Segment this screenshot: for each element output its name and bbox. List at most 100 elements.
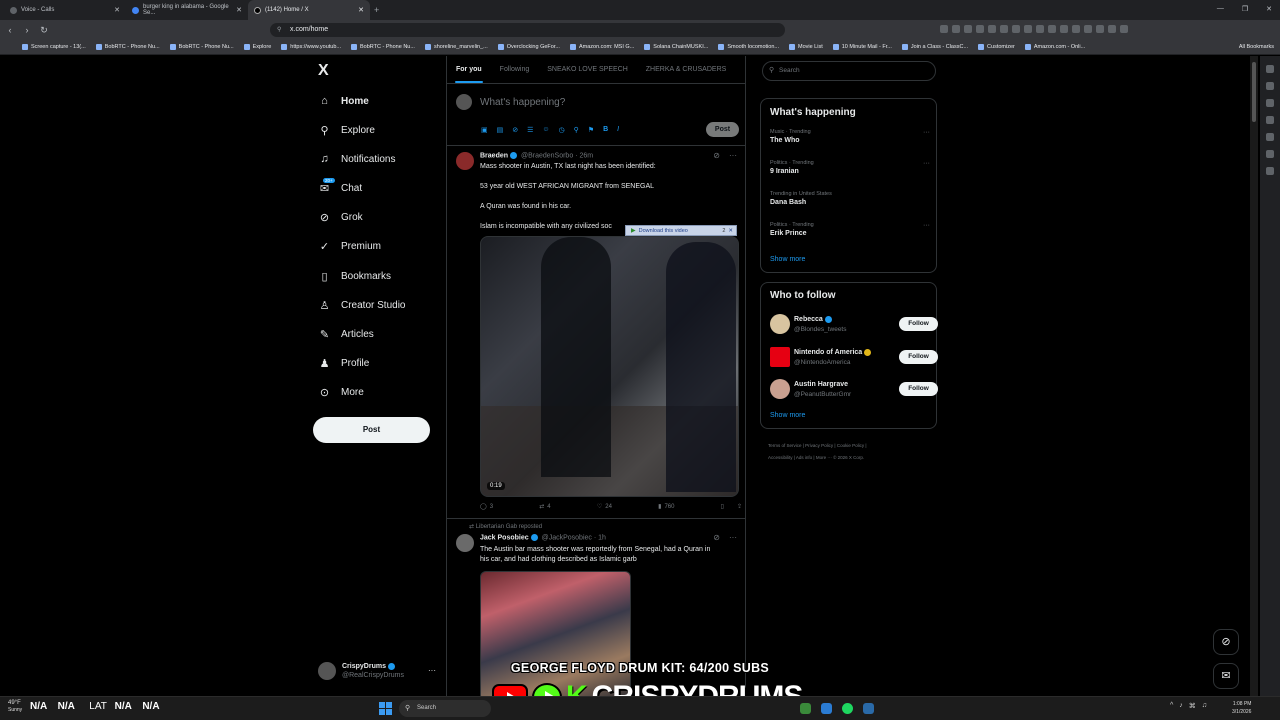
close-icon[interactable]: ✕ (114, 6, 120, 14)
extension-icon[interactable] (964, 25, 972, 33)
like-button[interactable]: ♡ 24 (597, 503, 612, 511)
browser-tab-active[interactable]: (1142) Home / X ✕ (248, 0, 370, 20)
network-icon[interactable]: ⌘ (1189, 702, 1196, 710)
composer-input[interactable]: What's happening? (480, 97, 565, 108)
follow-button[interactable]: Follow (899, 382, 938, 396)
show-more-link[interactable]: Show more (770, 256, 805, 263)
image-icon[interactable]: ▣ (481, 126, 488, 134)
bookmark[interactable]: Solana ChainMUSKI... (644, 44, 708, 50)
nav-more[interactable]: ⊙ More (318, 384, 364, 400)
maximize-icon[interactable]: ❐ (1242, 5, 1248, 13)
sidebar-tool-icon[interactable] (1266, 65, 1274, 73)
browser-tab[interactable]: Voice - Calls ✕ (4, 0, 126, 20)
trend-item[interactable]: Politics · Trending 9 Iranian ··· (770, 160, 930, 175)
bookmark[interactable]: Customizer (978, 44, 1015, 50)
extension-icon[interactable] (1036, 25, 1044, 33)
bookmark[interactable]: Amazon.com - Onli... (1024, 44, 1085, 50)
all-bookmarks-button[interactable]: All Bookmarks (1239, 44, 1274, 50)
more-dots-icon[interactable]: ··· (923, 160, 930, 167)
nav-creator-studio[interactable]: ♙ Creator Studio (318, 297, 406, 313)
bookmark[interactable]: BobRTC - Phone Nu... (169, 44, 234, 50)
windows-start-icon[interactable] (379, 702, 392, 715)
tweet-handle[interactable]: @BraedenSorbo (521, 152, 573, 159)
composer-post-button[interactable]: Post (706, 122, 739, 137)
x-logo-icon[interactable]: X (318, 62, 329, 80)
more-dots-icon[interactable]: ··· (729, 151, 737, 160)
footer-line[interactable]: Accessibility | Ads info | More ··· © 20… (768, 452, 938, 464)
chevron-up-icon[interactable]: ^ (1170, 702, 1173, 710)
extension-icon[interactable] (1108, 25, 1116, 33)
bookmark[interactable]: Overclocking GeFor... (497, 44, 560, 50)
italic-icon[interactable]: I (617, 126, 619, 134)
search-input[interactable]: ⚲ Search (762, 61, 936, 81)
bookmark[interactable]: Movie List (788, 44, 823, 50)
scrollbar[interactable] (1250, 56, 1258, 696)
extension-icon[interactable] (1120, 25, 1128, 33)
sidebar-tool-icon[interactable] (1266, 150, 1274, 158)
new-tab-icon[interactable]: + (374, 5, 379, 15)
sidebar-tool-icon[interactable] (1266, 116, 1274, 124)
clock[interactable]: 1:08 PM 3/1/2026 (1232, 700, 1251, 716)
nav-articles[interactable]: ✎ Articles (318, 326, 374, 342)
extension-icon[interactable] (988, 25, 996, 33)
sidebar-tool-icon[interactable] (1266, 82, 1274, 90)
nav-explore[interactable]: ⚲ Explore (318, 122, 374, 138)
bookmark[interactable]: Amazon.com: MSI G... (569, 44, 634, 50)
more-dots-icon[interactable]: ··· (729, 533, 737, 542)
close-icon[interactable]: ✕ (236, 6, 242, 14)
nav-chat[interactable]: ✉ 20+ Chat (318, 177, 362, 196)
browser-tab[interactable]: burger king in alabama - Google Se... ✕ (126, 0, 248, 20)
add-icon[interactable] (1266, 167, 1274, 175)
weather-widget[interactable]: 49°F Sunny (8, 700, 22, 714)
tweet-handle[interactable]: @JackPosobiec (542, 534, 592, 541)
grok-icon[interactable]: ⊘ (512, 126, 518, 134)
follow-button[interactable]: Follow (899, 317, 938, 331)
grok-icon[interactable]: ⊘ (713, 151, 720, 160)
close-icon[interactable]: ✕ (728, 228, 733, 234)
bookmark[interactable]: Smooth locomotion... (718, 44, 779, 50)
bookmark[interactable]: BobRTC - Phone Nu... (95, 44, 160, 50)
gif-icon[interactable]: ▤ (497, 126, 504, 134)
trend-item[interactable]: Politics · Trending Erik Prince ··· (770, 222, 930, 237)
extension-icon[interactable] (1084, 25, 1092, 33)
sidebar-tool-icon[interactable] (1266, 133, 1274, 141)
share-icon[interactable]: ⇪ (737, 503, 742, 510)
bookmark[interactable]: Join a Class - ClassC... (901, 44, 968, 50)
app-icon[interactable] (863, 703, 874, 714)
more-dots-icon[interactable]: ··· (428, 666, 436, 675)
tweet-video[interactable]: 0:19 (480, 236, 739, 497)
bookmark[interactable]: Screen capture - 13(... (22, 44, 86, 50)
show-more-link[interactable]: Show more (770, 412, 805, 419)
extension-icon[interactable] (1072, 25, 1080, 33)
url-field[interactable]: ⚲ x.com/home (270, 23, 785, 37)
follow-button[interactable]: Follow (899, 350, 938, 364)
tweet-author[interactable]: Jack Posobiec (480, 534, 529, 541)
bookmark[interactable]: shoreline_marvelin_... (424, 44, 488, 50)
bookmark[interactable]: BobRTC - Phone Nu... (351, 44, 415, 50)
extension-icon[interactable] (1024, 25, 1032, 33)
schedule-icon[interactable]: ◷ (559, 126, 565, 134)
flag-icon[interactable]: ⚑ (588, 126, 594, 134)
tab-for-you[interactable]: For you (456, 66, 482, 73)
nav-bookmarks[interactable]: ▯ Bookmarks (318, 268, 391, 284)
extension-icon[interactable] (1012, 25, 1020, 33)
tab-zherka[interactable]: ZHERKA & CRUSADERS (646, 66, 727, 73)
poll-icon[interactable]: ☰ (527, 126, 533, 134)
extension-icon[interactable] (940, 25, 948, 33)
reload-icon[interactable]: ↻ (37, 25, 51, 36)
tweet-author[interactable]: Braeden (480, 152, 508, 159)
app-icon[interactable] (821, 703, 832, 714)
tab-sneako[interactable]: SNEAKO LOVE SPEECH (547, 66, 628, 73)
trend-item[interactable]: Music · Trending The Who ··· (770, 129, 930, 144)
post-button[interactable]: Post (313, 417, 430, 443)
site-info-icon[interactable]: ⚲ (277, 23, 281, 37)
nav-premium[interactable]: ✓ Premium (318, 238, 381, 254)
nav-home[interactable]: ⌂ Home (318, 93, 369, 109)
account-switcher[interactable]: CrispyDrums @RealCrispyDrums ··· (318, 662, 438, 680)
follow-suggestion[interactable]: Rebecca @Blondes_tweets Follow (770, 313, 938, 335)
sidebar-tool-icon[interactable] (1266, 99, 1274, 107)
app-icon[interactable] (800, 703, 811, 714)
nav-notifications[interactable]: ♫ Notifications (318, 151, 395, 167)
reposter-name[interactable]: Libertarian Gab reposted (476, 524, 542, 530)
extension-icon[interactable] (1048, 25, 1056, 33)
